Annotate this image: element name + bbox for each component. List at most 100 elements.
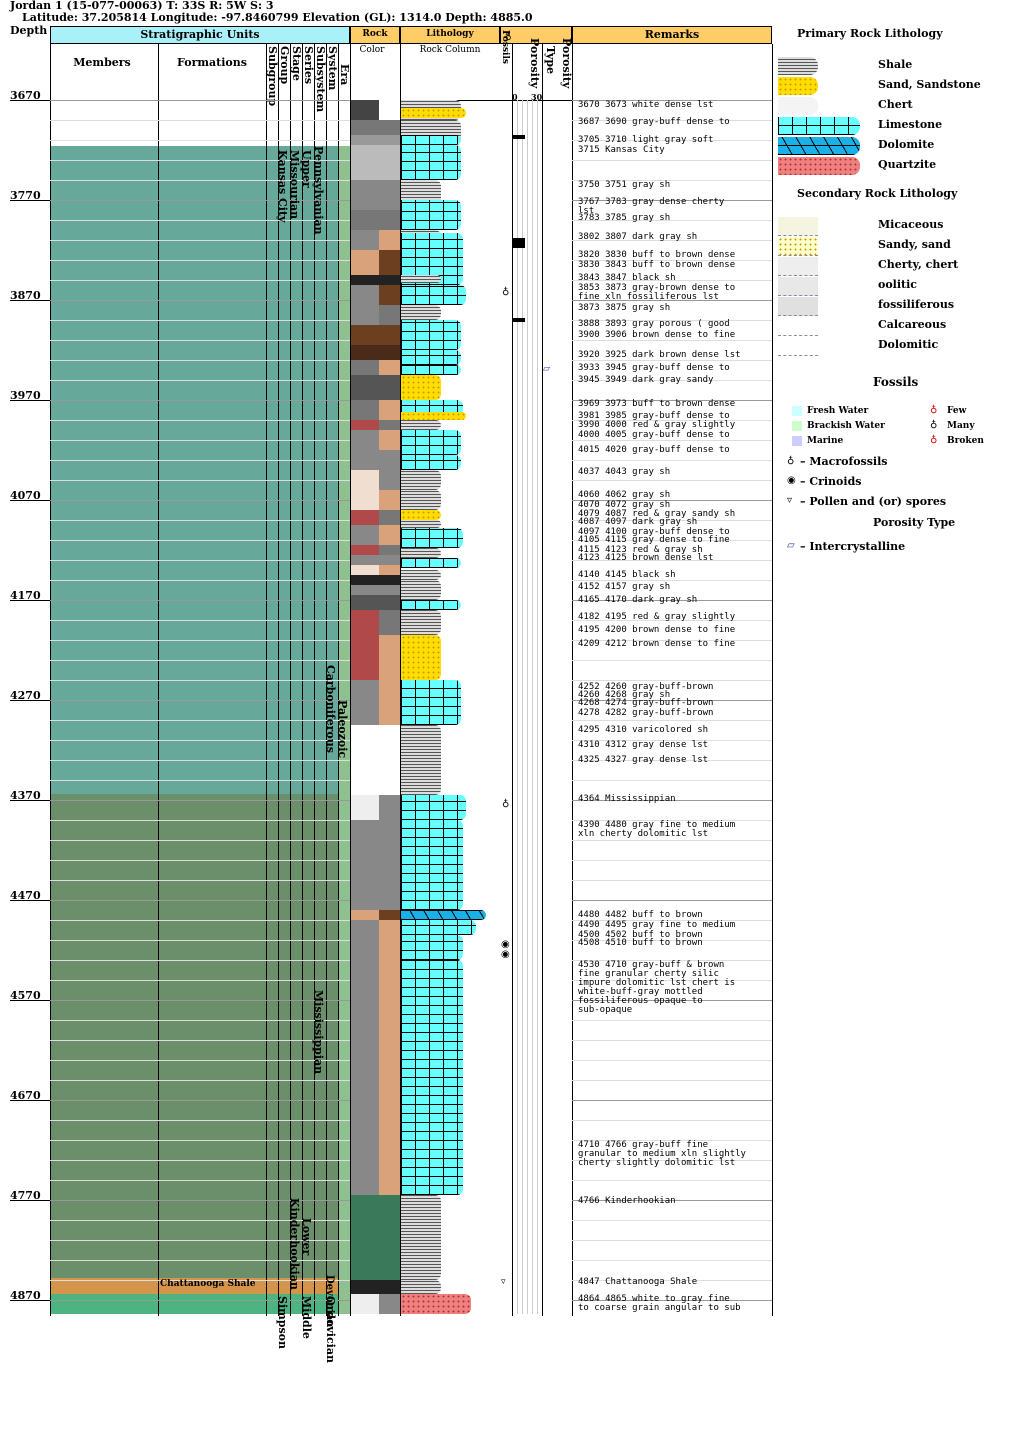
grid-line	[50, 360, 350, 361]
rock-color-band	[351, 285, 379, 305]
lithology-band	[401, 412, 466, 420]
lithology-band	[401, 680, 461, 725]
formations-header: Formations	[177, 56, 247, 69]
paleozoic-label: Paleozoic	[336, 700, 349, 759]
remark-entry: 3933 3945 gray-buff dense to	[578, 363, 730, 373]
depth-tick	[10, 100, 50, 101]
primary-swatch	[778, 97, 818, 115]
grid-line	[572, 860, 772, 861]
remark-entry: 3873 3875 gray sh	[578, 303, 671, 313]
broken-label: Broken	[947, 436, 984, 446]
grid-line	[50, 760, 350, 761]
grid-line	[572, 780, 772, 781]
lithology-band	[401, 635, 441, 680]
lithology-band	[401, 528, 463, 548]
grid-line	[50, 900, 350, 901]
grid-line	[50, 800, 350, 801]
lithology-label: Lithology	[426, 29, 474, 39]
grid-line	[572, 1240, 772, 1241]
grid-line	[50, 780, 350, 781]
rock-color-band	[351, 795, 379, 820]
grid-line	[50, 460, 350, 461]
rock-color-band	[351, 960, 379, 1200]
marine-swatch	[792, 436, 802, 446]
rock-color-band	[351, 470, 379, 490]
grid-line	[50, 1260, 350, 1261]
remarks-header: Remarks	[644, 28, 700, 41]
rock-color-band	[379, 910, 400, 920]
grid-line	[50, 500, 350, 501]
grid-line	[50, 980, 350, 981]
porosity-grid-line	[522, 100, 523, 1314]
marine-label: Marine	[807, 436, 844, 446]
remark-entry: 4209 4212 brown dense to fine	[578, 639, 736, 649]
grid-line	[572, 880, 772, 881]
remark-entry: 4295 4310 varicolored sh	[578, 725, 709, 735]
grid-line	[50, 320, 350, 321]
rock-color-band	[351, 325, 379, 345]
rock-color-band	[351, 610, 379, 635]
grid-line	[572, 1120, 772, 1121]
grid-line	[50, 380, 350, 381]
rock-color-band	[351, 450, 379, 470]
grid-line	[50, 220, 350, 221]
lithology-band	[401, 820, 463, 910]
remark-entry: 3783 3785 gray sh	[578, 213, 671, 223]
rock-color-band	[351, 400, 379, 420]
secondary-swatch	[778, 297, 818, 316]
grid-line	[50, 240, 350, 241]
fossil-header-icon: ♁	[505, 32, 512, 42]
rock-color-band	[379, 555, 400, 565]
grid-line	[50, 1100, 350, 1101]
mississippian-block	[50, 794, 350, 1278]
lithology-band	[401, 305, 441, 320]
lithology-band	[401, 430, 461, 455]
depth-tick	[10, 600, 50, 601]
rock-color-band	[379, 420, 400, 430]
rock-color-band	[351, 545, 379, 555]
pollen-label: – Pollen and (or) spores	[800, 495, 947, 508]
lithology-band	[401, 548, 441, 558]
many-icon: ♁	[930, 419, 938, 430]
remark-entry: 3670 3673 white dense lst	[578, 100, 714, 110]
grid-line	[50, 280, 350, 281]
rock-color-band	[351, 120, 379, 135]
rock-color-band	[379, 490, 400, 510]
grid-line	[572, 1020, 772, 1021]
lithology-band	[401, 795, 466, 820]
rock-color-band	[379, 135, 400, 145]
rock-color-band	[379, 430, 400, 450]
remark-entry: 4037 4043 gray sh	[578, 467, 671, 477]
secondary-swatch	[778, 337, 818, 356]
rock-color-band	[351, 595, 379, 610]
macrofossil-icon: ♁	[502, 286, 510, 297]
rock-color-band	[379, 610, 400, 635]
grid-line	[50, 1200, 350, 1201]
chattanooga-label: Chattanooga Shale	[160, 1279, 256, 1289]
secondary-swatch	[778, 237, 818, 256]
grid-line	[50, 440, 350, 441]
rock-color-band	[379, 595, 400, 610]
secondary-swatch	[778, 317, 818, 336]
remark-entry: 3830 3843 buff to brown dense	[578, 260, 736, 270]
depth-tick	[10, 1200, 50, 1201]
rock-color-band	[351, 135, 379, 145]
color-label: Color	[359, 45, 385, 55]
remark-entry: 4123 4125 brown dense lst	[578, 553, 714, 563]
rock-color-band	[379, 100, 400, 120]
rock-color-band	[379, 1195, 400, 1280]
crinoids-label: – Crinoids	[800, 475, 862, 488]
secondary-swatch	[778, 217, 818, 236]
remark-entry: 4087 4097 dark gray sh	[578, 517, 698, 527]
remark-entry: 4165 4170 dark gray sh	[578, 595, 698, 605]
primary-legend-label: Limestone	[878, 118, 943, 131]
rock-color-band	[351, 145, 379, 180]
porosity-type-title: Porosity Type	[873, 516, 956, 529]
depth-tick	[10, 400, 50, 401]
lithology-band	[401, 610, 441, 635]
grid-line	[50, 1160, 350, 1161]
rock-color-band	[351, 680, 379, 725]
rock-color-band	[379, 725, 400, 795]
grid-line	[50, 880, 350, 881]
few-label: Few	[947, 406, 967, 416]
